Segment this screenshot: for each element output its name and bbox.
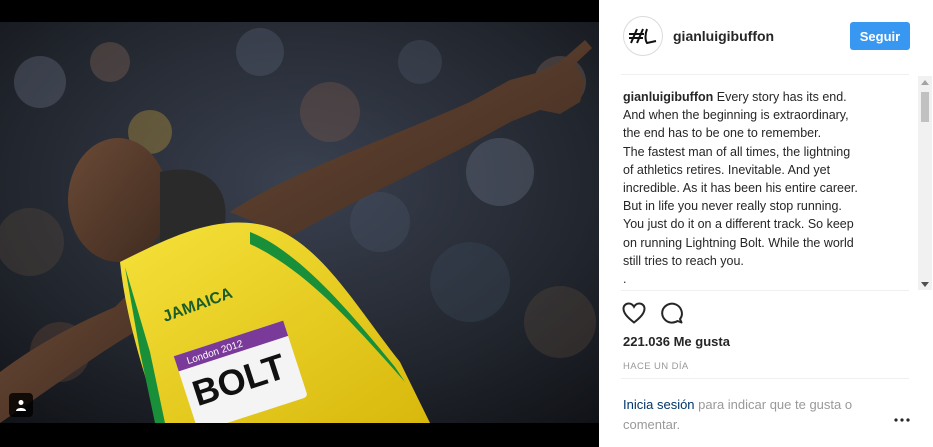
post-timestamp[interactable]: HACE UN DÍA [623, 361, 689, 372]
scroll-down-arrow-icon[interactable] [918, 278, 932, 290]
divider [621, 74, 909, 75]
username[interactable]: gianluigibuffon [673, 28, 774, 44]
scroll-thumb[interactable] [921, 92, 929, 122]
photo-panel: JAMAICA London 2012 BOLT [0, 0, 599, 447]
like-count[interactable]: 221.036 Me gusta [623, 334, 730, 349]
heart-icon [622, 302, 646, 324]
caption-area: gianluigibuffon Every story has its end.… [623, 88, 913, 286]
divider [621, 290, 909, 291]
caption-text: Every story has its end. And when the be… [623, 90, 858, 286]
divider [621, 378, 909, 379]
login-link[interactable]: Inicia sesión [623, 397, 695, 412]
more-options-icon [894, 418, 910, 422]
signature-logo-icon [629, 28, 657, 45]
more-options-button[interactable] [892, 414, 912, 426]
comment-button[interactable] [659, 300, 685, 326]
athlete-photo-illustration: JAMAICA London 2012 BOLT [0, 22, 599, 423]
post-photo[interactable]: JAMAICA London 2012 BOLT [0, 22, 599, 423]
avatar[interactable] [623, 16, 663, 56]
like-button[interactable] [621, 300, 647, 326]
caption-username[interactable]: gianluigibuffon [623, 90, 713, 104]
caption: gianluigibuffon Every story has its end.… [623, 88, 913, 286]
post-info-panel: gianluigibuffon Seguir gianluigibuffon E… [599, 0, 933, 447]
comment-icon [661, 302, 683, 324]
scroll-up-arrow-icon[interactable] [918, 76, 932, 88]
follow-button[interactable]: Seguir [850, 22, 910, 50]
tag-user-button[interactable] [9, 393, 33, 417]
post-actions [621, 300, 685, 326]
caption-scrollbar[interactable] [918, 76, 932, 290]
user-tag-icon [16, 400, 26, 411]
post-header: gianluigibuffon Seguir [623, 16, 910, 56]
login-prompt: Inicia sesión para indicar que te gusta … [623, 395, 883, 435]
